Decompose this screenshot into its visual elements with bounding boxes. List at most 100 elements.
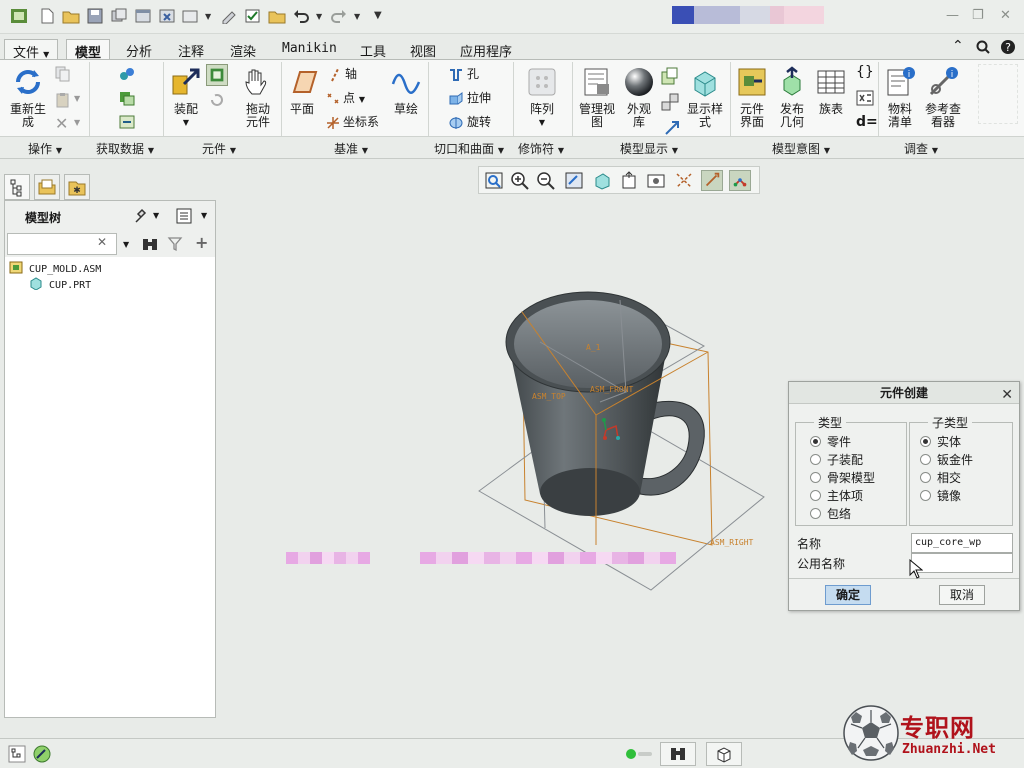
type-radio-part[interactable]: 零件 [810,433,851,450]
undo-icon[interactable] [292,8,310,24]
tab-view[interactable]: 视图 [402,39,444,60]
group-operations[interactable]: 操作 ▼ [28,140,62,157]
merge-icon[interactable] [118,114,136,130]
create-component-icon[interactable] [206,64,228,86]
zoom-out-icon[interactable] [535,170,557,191]
selection-filter-button[interactable] [706,742,742,766]
hole-button[interactable]: 孔 [448,65,479,82]
group-cut-surface[interactable]: 切口和曲面 ▼ [434,140,504,157]
type-radio-subassembly[interactable]: 子装配 [810,451,863,468]
show-navigator-icon[interactable] [8,745,26,763]
csys-button[interactable]: 坐标系 [326,113,379,130]
redo-icon[interactable] [330,8,348,24]
favorites-tab[interactable]: ✱ [64,174,90,200]
folder-browser-tab[interactable] [34,174,60,200]
subtype-radio-sheetmetal[interactable]: 钣金件 [920,451,973,468]
group-model-intent[interactable]: 模型意图 ▼ [772,140,830,157]
browser-icon[interactable] [32,744,52,764]
group-investigate[interactable]: 调查 ▼ [904,140,938,157]
tree-settings-dropdown-arrow[interactable]: ▼ [153,211,159,220]
zoom-in-icon[interactable] [509,170,531,191]
dialog-close-icon[interactable]: ✕ [1001,384,1013,406]
new-file-icon[interactable] [38,8,56,24]
reference-viewer-button[interactable]: i 参考查 看器 [920,66,966,129]
common-name-input[interactable] [911,553,1013,573]
help-icon[interactable]: ? [1000,39,1016,55]
tab-applications[interactable]: 应用程序 [452,39,520,60]
group-model-display[interactable]: 模型显示 ▼ [620,140,678,157]
section-view-icon[interactable] [660,66,680,86]
annotation-display-icon[interactable] [701,170,723,191]
cancel-button[interactable]: 取消 [939,585,985,605]
tree-columns-dropdown-arrow[interactable]: ▼ [201,211,207,220]
subtype-radio-intersect[interactable]: 相交 [920,469,961,486]
find-button[interactable] [660,742,696,766]
regenerate-button[interactable]: 重新生 成 [8,66,48,129]
saved-orientations-icon[interactable] [619,170,641,191]
window-dropdown-arrow[interactable]: ▼ [205,12,211,21]
edit-icon[interactable] [220,8,238,24]
revolve-button[interactable]: 旋转 [448,113,491,130]
type-radio-bulk-item[interactable]: 主体项 [810,487,863,504]
delete-dropdown-arrow[interactable]: ▼ [74,118,80,127]
restore-icon[interactable]: ❐ [972,8,984,23]
window-icon[interactable] [134,8,152,24]
tree-settings-icon[interactable] [133,207,151,225]
orient-icon[interactable] [662,118,682,138]
point-button[interactable]: 点 ▼ [326,89,365,106]
axis-button[interactable]: 轴 [328,65,357,82]
refit-icon[interactable] [483,170,505,191]
relations-braces-icon[interactable]: {} [856,64,874,80]
component-interface-button[interactable]: 元件 界面 [734,66,770,129]
delete-icon[interactable]: ✕ [55,114,68,133]
find-binoculars-icon[interactable] [141,236,159,252]
tab-render[interactable]: 渲染 [222,39,264,60]
subtype-radio-mirror[interactable]: 镜像 [920,487,961,504]
relations-d-icon[interactable]: d= [856,114,878,130]
regenerate-quick-icon[interactable] [110,8,128,24]
window-switch-icon[interactable] [182,8,200,24]
bom-button[interactable]: i 物料 清单 [882,66,918,129]
tab-analysis[interactable]: 分析 [118,39,160,60]
close-icon[interactable]: ✕ [1000,8,1011,23]
tab-file[interactable]: 文件 ▼ [4,39,59,61]
group-datum[interactable]: 基准 ▼ [334,140,368,157]
search-icon[interactable] [976,40,990,54]
save-icon[interactable] [86,8,104,24]
group-modifiers[interactable]: 修饰符 ▼ [518,140,564,157]
sketch-button[interactable]: 草绘 [390,66,422,116]
parameters-icon[interactable] [856,90,874,106]
tab-model[interactable]: 模型 [66,39,111,61]
customize-toolbar-arrow[interactable]: ▼ [374,10,382,21]
shading-icon[interactable] [591,170,613,191]
copy-icon[interactable] [54,66,72,82]
user-defined-feature-icon[interactable] [118,66,136,82]
group-get-data[interactable]: 获取数据 ▼ [96,140,154,157]
tab-tools[interactable]: 工具 [352,39,394,60]
paste-dropdown-arrow[interactable]: ▼ [74,94,80,103]
assemble-button[interactable]: 装配 ▼ [168,66,204,129]
datum-display-icon[interactable] [673,170,695,191]
add-column-icon[interactable]: + [195,233,208,252]
model-tree-tab[interactable] [4,174,30,200]
close-window-icon[interactable] [158,8,176,24]
explode-view-icon[interactable] [660,92,680,112]
paste-icon[interactable] [54,92,72,108]
ok-button[interactable]: 确定 [825,585,871,605]
extrude-button[interactable]: 拉伸 [448,89,491,106]
family-table-button[interactable]: 族表 [814,66,848,116]
pattern-button[interactable]: 阵列 ▼ [524,66,560,129]
appearance-button[interactable]: 外观 库 [622,66,656,129]
name-input[interactable]: cup_core_wp [911,533,1013,553]
publish-geometry-button[interactable]: 发布 几何 [774,66,810,129]
view-manager-icon[interactable] [645,170,667,191]
type-radio-skeleton[interactable]: 骨架模型 [810,469,875,486]
subtype-radio-solid[interactable]: 实体 [920,433,961,450]
clear-search-icon[interactable]: ✕ [97,235,107,249]
undo-dropdown-arrow[interactable]: ▼ [316,12,322,21]
repaint-icon[interactable] [563,170,585,191]
tree-columns-icon[interactable] [175,207,193,225]
minimize-icon[interactable]: — [946,8,959,23]
tab-manikin[interactable]: Manikin [274,39,345,60]
open-folder-icon[interactable] [62,8,80,24]
